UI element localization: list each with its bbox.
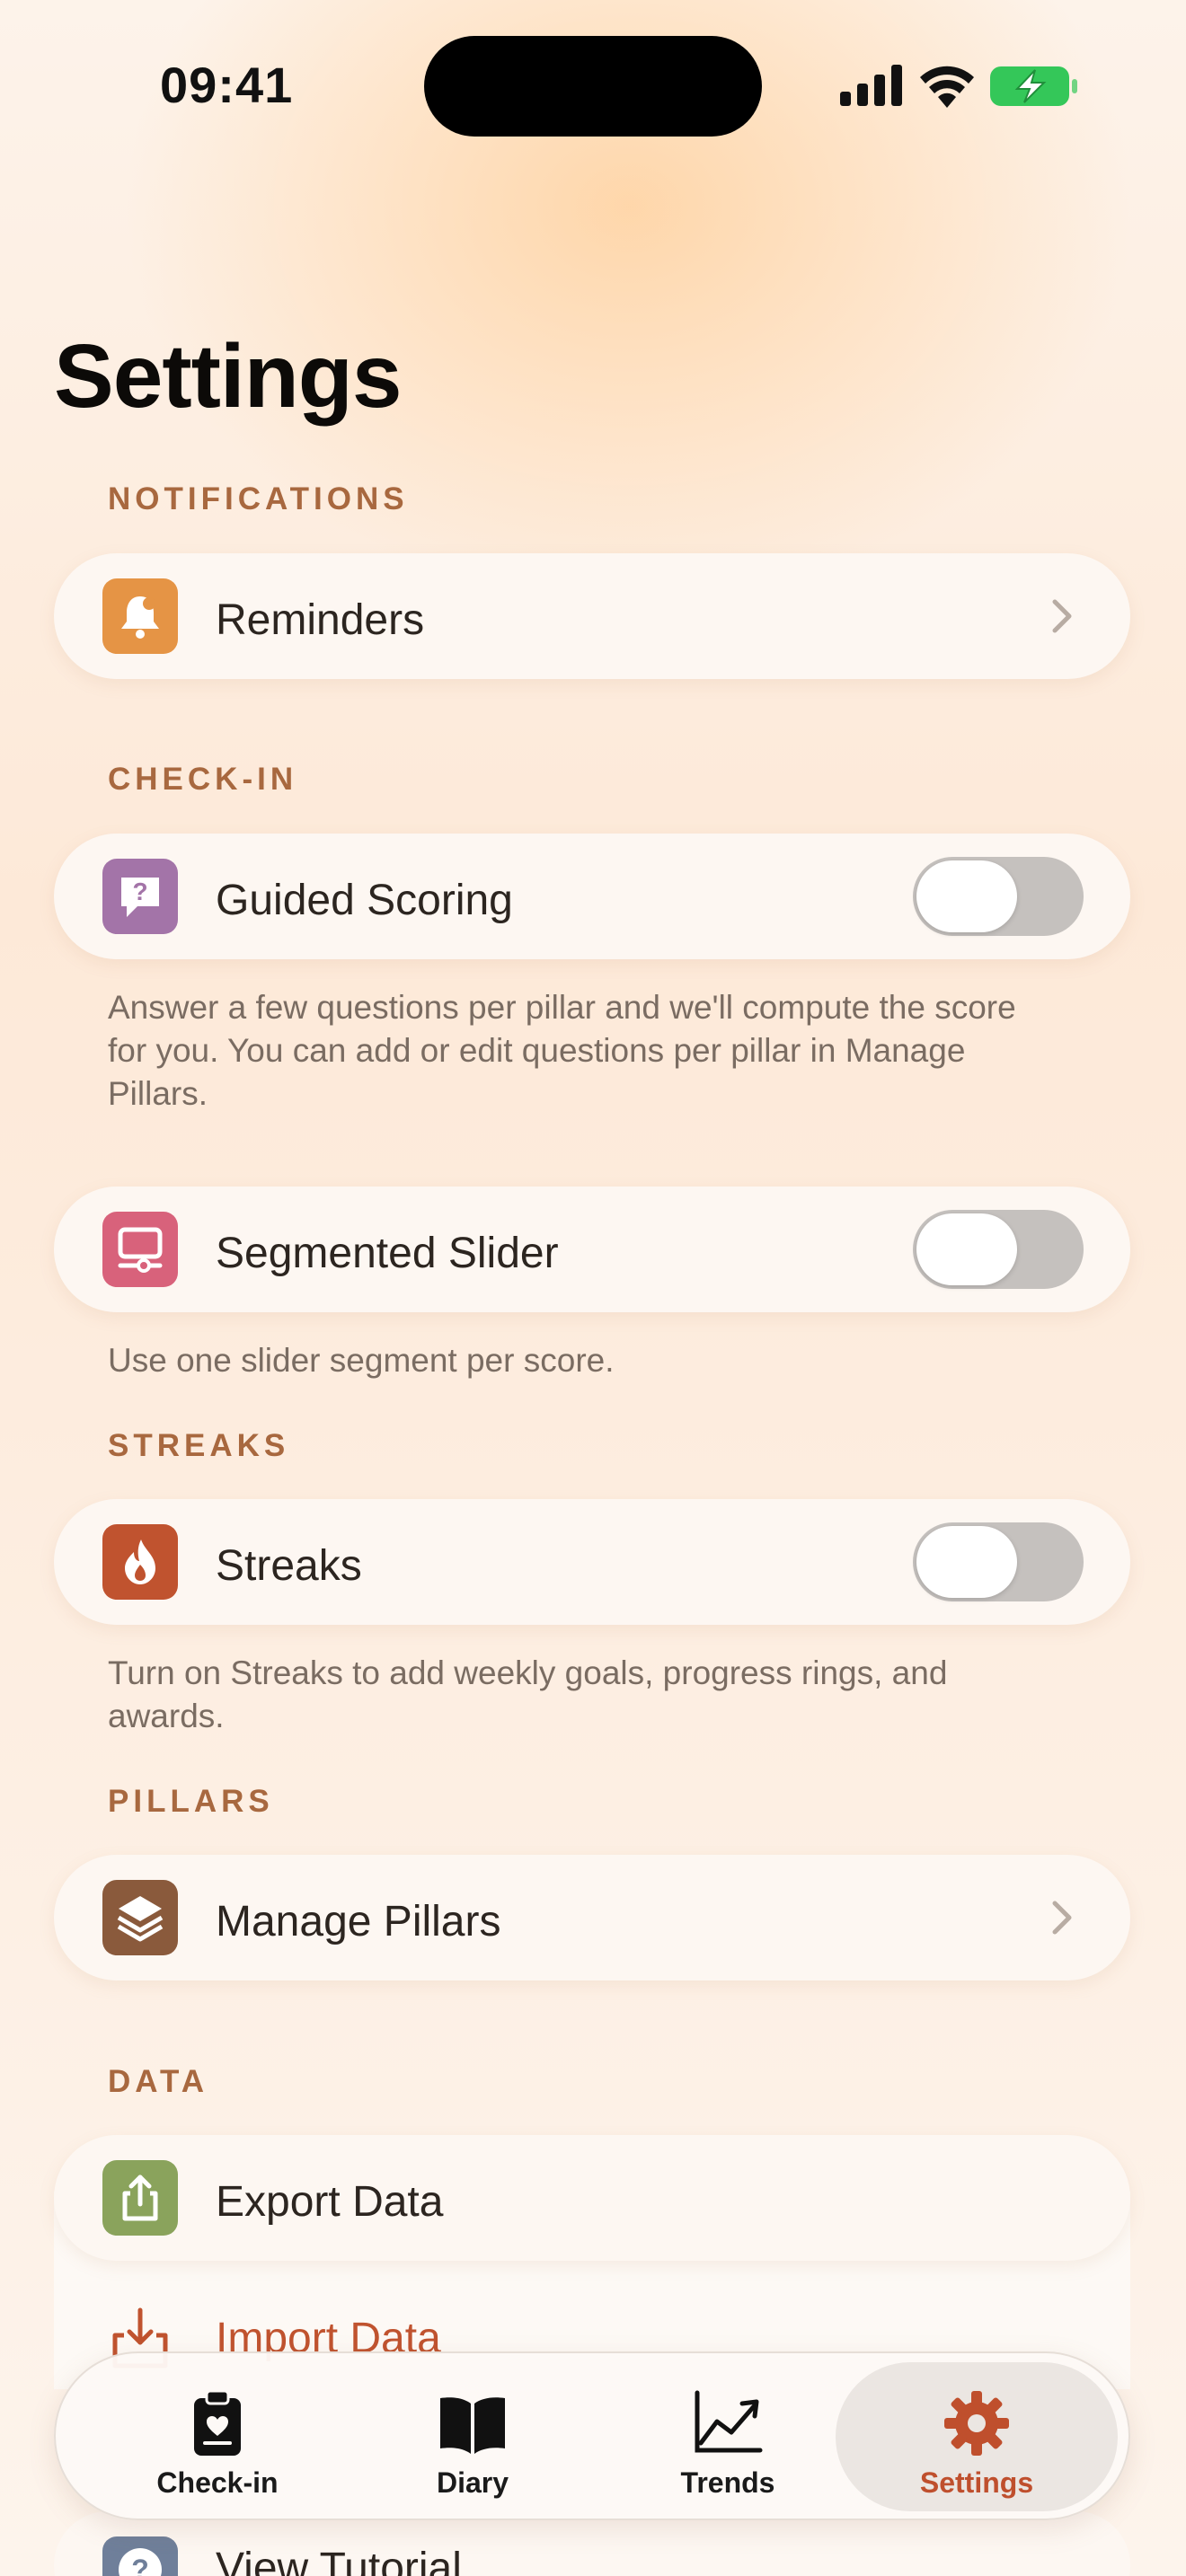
segmented-slider-description: Use one slider segment per score. (108, 1342, 615, 1379)
segmented-slider-toggle[interactable] (913, 1210, 1084, 1289)
reminders-label: Reminders (216, 596, 425, 644)
view-tutorial-label: View Tutorial (216, 2545, 462, 2576)
segmented-slider-row: Segmented Slider (54, 1187, 1130, 1312)
tab-check-in[interactable]: Check-in (83, 2362, 352, 2511)
toggle-knob (916, 1213, 1017, 1285)
svg-text:?: ? (132, 878, 147, 905)
tab-label-diary: Diary (436, 2466, 509, 2499)
book-icon (440, 2397, 505, 2454)
guided-scoring-toggle[interactable] (913, 857, 1084, 936)
page-title: Settings (54, 326, 402, 427)
streaks-toggle[interactable] (913, 1522, 1084, 1601)
chart-line-icon (695, 2390, 763, 2453)
tab-bar: Check-in Diary Trends Settings (54, 2351, 1130, 2520)
dynamic-island (424, 36, 762, 137)
toggle-knob (916, 1526, 1017, 1598)
streaks-row: Streaks (54, 1499, 1130, 1625)
view-tutorial-row[interactable]: ? View Tutorial (54, 2511, 1130, 2576)
cellular-signal-icon (840, 65, 902, 106)
chevron-right-icon (1052, 599, 1072, 633)
tab-label-settings: Settings (919, 2466, 1034, 2499)
section-header-pillars: PILLARS (108, 1784, 274, 1819)
wifi-icon (920, 66, 974, 108)
flame-icon (102, 1524, 178, 1600)
share-icon (102, 2160, 178, 2236)
gear-icon (944, 2391, 1009, 2456)
section-header-streaks: STREAKS (108, 1428, 290, 1463)
streaks-description: Turn on Streaks to add weekly goals, pro… (108, 1654, 948, 1734)
svg-text:?: ? (131, 2554, 149, 2576)
guided-scoring-row: ? Guided Scoring (54, 834, 1130, 959)
manage-pillars-row[interactable]: Manage Pillars (54, 1855, 1130, 1981)
section-header-check-in: CHECK-IN (108, 762, 298, 797)
chevron-right-icon (1052, 1901, 1072, 1935)
battery-charging-icon (990, 66, 1077, 106)
monitor-slider-icon (102, 1212, 178, 1287)
tab-diary[interactable]: Diary (338, 2362, 607, 2511)
clipboard-heart-icon (194, 2389, 241, 2456)
section-header-notifications: NOTIFICATIONS (108, 481, 409, 516)
manage-pillars-label: Manage Pillars (216, 1898, 501, 1945)
bell-icon (102, 578, 178, 654)
tab-label-trends: Trends (680, 2466, 775, 2499)
segmented-slider-label: Segmented Slider (216, 1230, 559, 1277)
tab-label-check-in: Check-in (156, 2466, 279, 2499)
guided-scoring-description: Answer a few questions per pillar and we… (108, 989, 1016, 1112)
reminders-row[interactable]: Reminders (54, 553, 1130, 679)
help-icon: ? (102, 2536, 178, 2576)
status-time: 09:41 (160, 57, 294, 113)
export-data-row[interactable]: Export Data (54, 2135, 1130, 2261)
tab-trends[interactable]: Trends (593, 2362, 863, 2511)
layers-icon (102, 1880, 178, 1955)
toggle-knob (916, 860, 1017, 932)
streaks-label: Streaks (216, 1542, 362, 1590)
guided-scoring-label: Guided Scoring (216, 877, 513, 924)
tab-settings[interactable]: Settings (836, 2362, 1118, 2511)
export-data-label: Export Data (216, 2178, 444, 2226)
question-bubble-icon: ? (102, 859, 178, 934)
section-header-data: DATA (108, 2064, 209, 2099)
